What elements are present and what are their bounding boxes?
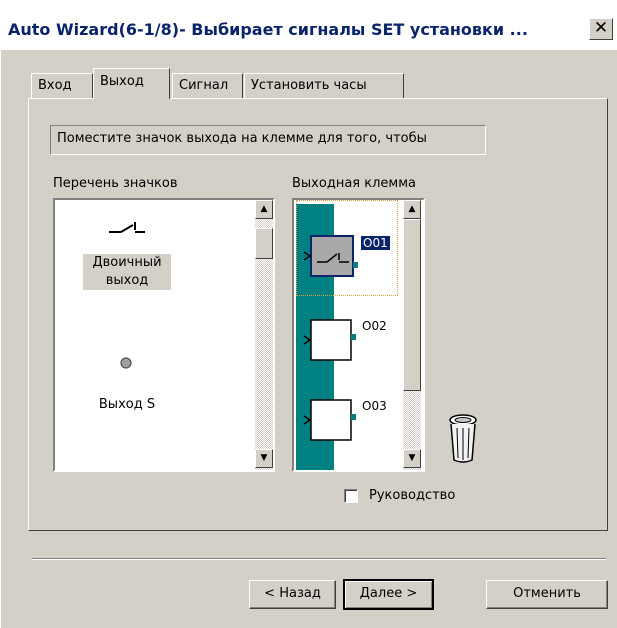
- o02-label: O02: [362, 319, 387, 333]
- switch-icon: [109, 222, 145, 233]
- manual-checkbox-row[interactable]: Руководство: [344, 487, 494, 507]
- close-icon: ✕: [593, 18, 609, 38]
- tab-input-label: Вход: [38, 78, 72, 93]
- description-box: Поместите значок выхода на клемме для то…: [50, 125, 486, 155]
- o01-label: O01: [361, 236, 390, 250]
- manual-checkbox[interactable]: [344, 489, 358, 503]
- binary-output-caption: Двоичный выход: [83, 254, 171, 290]
- list-item-s-output[interactable]: Выход S: [81, 356, 173, 416]
- scroll-up-button[interactable]: ▲: [255, 200, 273, 219]
- arrow-up-icon: ▲: [408, 204, 416, 214]
- dot-icon: [120, 357, 132, 369]
- output-terminal-list[interactable]: O01 O02 O03 ▲ ▼: [292, 198, 425, 472]
- tab-output[interactable]: Выход: [93, 68, 170, 99]
- arrow-down-icon: ▼: [260, 453, 268, 463]
- output-terminal-label: Выходная клемма: [292, 176, 416, 191]
- scroll-thumb[interactable]: [255, 228, 273, 259]
- trash-icon[interactable]: [446, 412, 480, 464]
- tab-signal-label: Сигнал: [179, 78, 229, 93]
- s-output-caption: Выход S: [98, 397, 156, 412]
- separator: [32, 558, 606, 560]
- icon-list-label: Перечень значков: [53, 176, 178, 191]
- icon-list-scrollbar[interactable]: ▲ ▼: [255, 200, 273, 470]
- terminal-scroll-thumb[interactable]: [403, 219, 421, 391]
- manual-checkbox-label: Руководство: [369, 488, 456, 503]
- cancel-button[interactable]: Отменить: [486, 580, 608, 609]
- tab-output-label: Выход: [100, 74, 144, 89]
- tab-input[interactable]: Вход: [31, 73, 93, 98]
- tab-set-clock[interactable]: Установить часы: [244, 73, 404, 98]
- back-button[interactable]: < Назад: [249, 580, 336, 609]
- tab-set-clock-label: Установить часы: [251, 78, 367, 93]
- tab-signal[interactable]: Сигнал: [172, 73, 243, 98]
- next-button[interactable]: Далее >: [343, 579, 434, 610]
- description-text: Поместите значок выхода на клемме для то…: [57, 131, 427, 146]
- window-title: Auto Wizard(6-1/8)- Выбирает сигналы SET…: [8, 20, 528, 39]
- icon-list[interactable]: Двоичный выход Выход S ▲ ▼: [53, 198, 275, 472]
- terminal-output-o03[interactable]: O03: [294, 390, 398, 444]
- o01-block: [303, 235, 358, 277]
- o02-block: [303, 319, 356, 361]
- list-item-binary-output[interactable]: Двоичный выход: [81, 212, 173, 296]
- title-bar: Auto Wizard(6-1/8)- Выбирает сигналы SET…: [0, 0, 617, 50]
- o03-block: [303, 399, 356, 441]
- terminal-scroll-down-button[interactable]: ▼: [403, 449, 421, 468]
- close-button[interactable]: ✕: [589, 18, 613, 40]
- arrow-up-icon: ▲: [260, 204, 268, 214]
- terminal-output-o01[interactable]: O01: [294, 226, 398, 280]
- terminal-scroll-up-button[interactable]: ▲: [403, 200, 421, 219]
- terminal-scrollbar[interactable]: ▲ ▼: [403, 200, 421, 470]
- terminal-output-o02[interactable]: O02: [294, 310, 398, 364]
- scroll-down-button[interactable]: ▼: [255, 449, 273, 468]
- o03-label: O03: [362, 399, 387, 413]
- arrow-down-icon: ▼: [408, 453, 416, 463]
